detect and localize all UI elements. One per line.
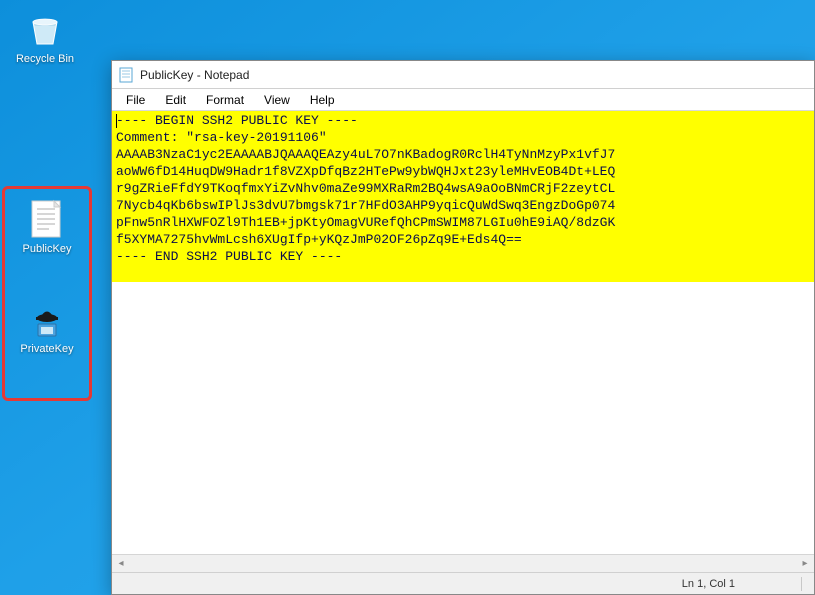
notepad-app-icon <box>118 67 134 83</box>
menubar: File Edit Format View Help <box>112 89 814 111</box>
scroll-right-icon[interactable]: ▸ <box>796 555 814 572</box>
text-file-icon <box>27 200 67 240</box>
menu-help[interactable]: Help <box>300 91 345 109</box>
horizontal-scrollbar[interactable]: ◂ ▸ <box>112 554 814 572</box>
desktop-icon-label: PublicKey <box>12 243 82 255</box>
desktop-icon-recycle-bin[interactable]: Recycle Bin <box>10 10 80 65</box>
menu-view[interactable]: View <box>254 91 300 109</box>
window-title: PublicKey - Notepad <box>140 68 249 82</box>
desktop: Recycle Bin PublicKey <box>0 0 815 595</box>
pageant-icon <box>27 300 67 340</box>
status-separator <box>801 577 802 591</box>
menu-format[interactable]: Format <box>196 91 254 109</box>
statusbar: Ln 1, Col 1 <box>112 572 814 594</box>
desktop-icon-label: Recycle Bin <box>10 53 80 65</box>
desktop-icon-public-key[interactable]: PublicKey <box>12 200 82 255</box>
status-line-col: Ln 1, Col 1 <box>682 578 735 590</box>
menu-file[interactable]: File <box>116 91 155 109</box>
menu-edit[interactable]: Edit <box>155 91 196 109</box>
desktop-icon-label: PrivateKey <box>12 343 82 355</box>
recycle-bin-icon <box>25 10 65 50</box>
titlebar[interactable]: PublicKey - Notepad <box>112 61 814 89</box>
notepad-window: PublicKey - Notepad File Edit Format Vie… <box>111 60 815 595</box>
scroll-left-icon[interactable]: ◂ <box>112 555 130 572</box>
desktop-icon-private-key[interactable]: PrivateKey <box>12 300 82 355</box>
selected-text: ---- BEGIN SSH2 PUBLIC KEY ---- Comment:… <box>112 111 814 282</box>
editor-area[interactable]: ---- BEGIN SSH2 PUBLIC KEY ---- Comment:… <box>112 111 814 554</box>
